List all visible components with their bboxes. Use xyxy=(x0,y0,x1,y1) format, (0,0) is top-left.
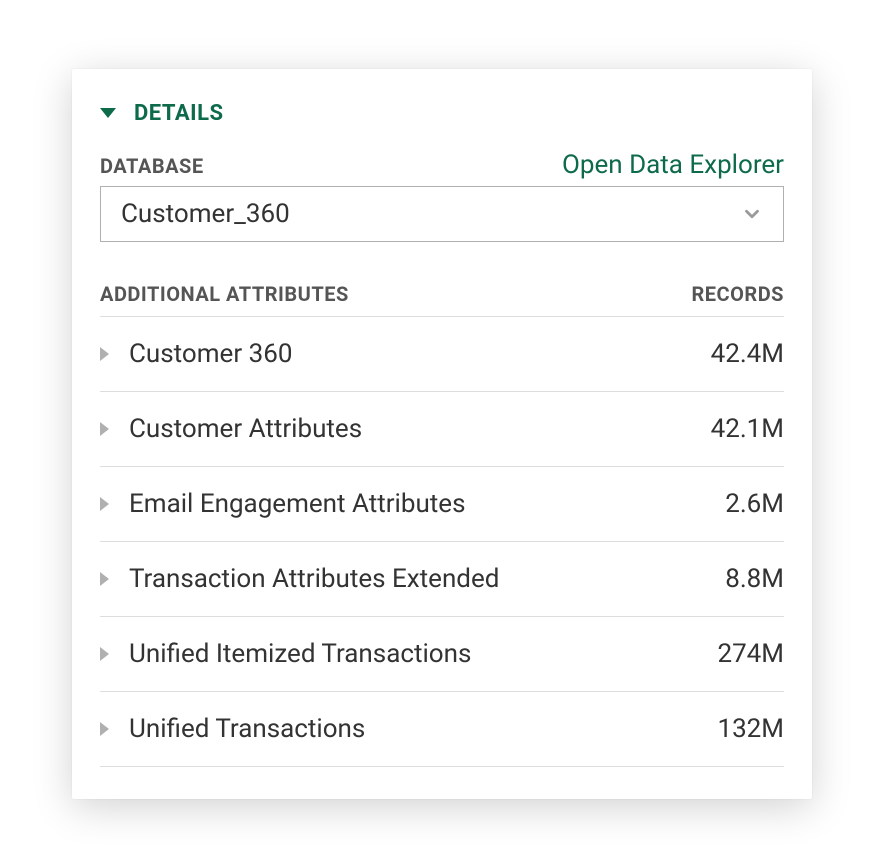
attribute-records: 274M xyxy=(717,639,784,669)
database-row: DATABASE Open Data Explorer xyxy=(100,150,784,180)
caret-right-icon xyxy=(100,722,109,736)
attribute-name: Email Engagement Attributes xyxy=(129,489,725,519)
attributes-table-body: Customer 36042.4MCustomer Attributes42.1… xyxy=(100,317,784,767)
attribute-records: 42.4M xyxy=(711,339,784,369)
chevron-down-icon xyxy=(741,203,763,225)
column-header-name: ADDITIONAL ATTRIBUTES xyxy=(100,282,349,306)
database-select[interactable]: Customer_360 xyxy=(100,186,784,242)
caret-down-icon[interactable] xyxy=(100,108,116,118)
caret-right-icon xyxy=(100,497,109,511)
table-row[interactable]: Unified Transactions132M xyxy=(100,692,784,767)
table-row[interactable]: Unified Itemized Transactions274M xyxy=(100,617,784,692)
attribute-records: 2.6M xyxy=(725,489,784,519)
caret-right-icon xyxy=(100,347,109,361)
caret-right-icon xyxy=(100,422,109,436)
attribute-records: 8.8M xyxy=(725,564,784,594)
attribute-name: Customer 360 xyxy=(129,339,711,369)
table-row[interactable]: Email Engagement Attributes2.6M xyxy=(100,467,784,542)
database-label: DATABASE xyxy=(100,154,204,178)
database-select-value: Customer_360 xyxy=(121,199,290,229)
section-header: DETAILS xyxy=(100,101,784,126)
table-row[interactable]: Transaction Attributes Extended8.8M xyxy=(100,542,784,617)
attributes-table-header: ADDITIONAL ATTRIBUTES RECORDS xyxy=(100,282,784,317)
details-panel: DETAILS DATABASE Open Data Explorer Cust… xyxy=(72,69,812,799)
attribute-records: 42.1M xyxy=(711,414,784,444)
caret-right-icon xyxy=(100,572,109,586)
section-title: DETAILS xyxy=(134,101,224,126)
column-header-records: RECORDS xyxy=(691,282,784,306)
attribute-records: 132M xyxy=(717,714,784,744)
attribute-name: Transaction Attributes Extended xyxy=(129,564,725,594)
caret-right-icon xyxy=(100,647,109,661)
attribute-name: Customer Attributes xyxy=(129,414,711,444)
attribute-name: Unified Transactions xyxy=(129,714,717,744)
table-row[interactable]: Customer Attributes42.1M xyxy=(100,392,784,467)
attribute-name: Unified Itemized Transactions xyxy=(129,639,717,669)
table-row[interactable]: Customer 36042.4M xyxy=(100,317,784,392)
open-data-explorer-link[interactable]: Open Data Explorer xyxy=(562,150,784,180)
